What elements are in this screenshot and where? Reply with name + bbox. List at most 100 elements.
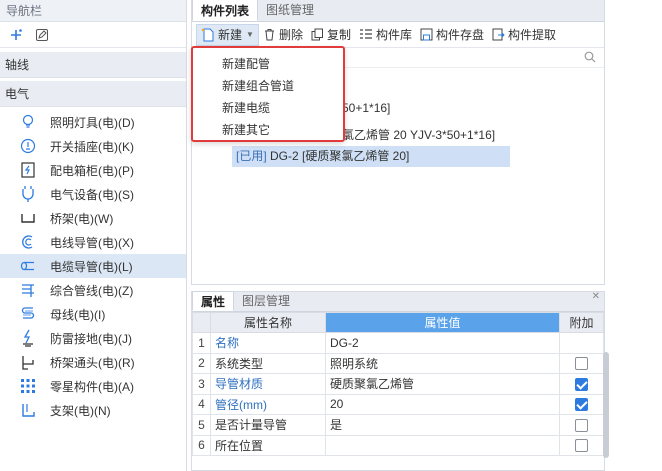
extra-cell xyxy=(559,332,604,354)
property-row[interactable]: 2 系统类型 照明系统 xyxy=(192,352,604,374)
extra-header: 附加 xyxy=(559,312,604,333)
nav-item-misc[interactable]: 零星构件(电)(A) xyxy=(0,374,186,398)
property-name: 导管材质 xyxy=(210,373,326,395)
menu-item-new-other[interactable]: 新建其它 xyxy=(193,119,343,141)
nav-item-label: 电缆导管(电)(L) xyxy=(50,259,133,274)
extra-checkbox[interactable] xyxy=(575,357,588,371)
used-tag: [已用] xyxy=(236,149,267,163)
property-value[interactable]: 是 xyxy=(325,414,560,436)
extract-label: 构件提取 xyxy=(508,28,557,42)
library-label: 构件库 xyxy=(375,28,412,42)
nav-tools xyxy=(0,22,186,48)
nav-item-distribution[interactable]: 配电箱柜(电)(P) xyxy=(0,158,186,182)
new-label: 新建 xyxy=(218,28,243,42)
tray-fitting-icon xyxy=(18,352,38,372)
copy-button[interactable]: 复制 xyxy=(307,24,355,46)
nav-item-bracket[interactable]: 支架(电)(N) xyxy=(0,398,186,422)
delete-button[interactable]: 删除 xyxy=(259,24,307,46)
combined-pipeline-icon xyxy=(18,280,38,300)
nav-item-label: 配电箱柜(电)(P) xyxy=(50,163,134,178)
nav-item-switch[interactable]: 开关插座(电)(K) xyxy=(0,134,186,158)
tab-component-list[interactable]: 构件列表 xyxy=(192,0,259,21)
properties-table: 属性名称 属性值 附加 1 名称 DG-2 2 系统类型 照明系统 3 导管材质 硬质聚氯乙烯管… xyxy=(192,312,604,456)
tab-properties[interactable]: 属性 xyxy=(192,291,235,311)
misc-component-icon xyxy=(18,376,38,396)
save-button[interactable]: 构件存盘 xyxy=(416,24,488,46)
bottom-tabbar: 属性 图层管理 xyxy=(192,291,604,312)
extra-checkbox[interactable] xyxy=(575,418,588,432)
property-value[interactable]: DG-2 xyxy=(325,332,560,354)
extract-button[interactable]: 构件提取 xyxy=(488,24,560,46)
cable-tray-icon xyxy=(18,208,38,228)
add-sparkle-icon[interactable] xyxy=(8,27,24,43)
nav-item-busbar[interactable]: 母线(电)(I) xyxy=(0,302,186,326)
nav-item-cable-conduit[interactable]: 电缆导管(电)(L) xyxy=(0,254,186,278)
scrollbar[interactable] xyxy=(603,352,609,458)
search-input[interactable] xyxy=(342,50,598,66)
component-toolbar: 新建 ▼ 删除 复制 构件库 构件存盘 构件提取 xyxy=(192,22,604,48)
nav-item-label: 电线导管(电)(X) xyxy=(50,235,134,250)
row-index: 3 xyxy=(192,373,211,395)
extra-checkbox[interactable] xyxy=(575,439,588,453)
extra-checkbox[interactable] xyxy=(575,377,588,391)
property-name: 名称 xyxy=(210,332,326,354)
trash-icon xyxy=(264,29,274,41)
name-header: 属性名称 xyxy=(210,312,326,333)
navigation-panel: 导航栏 轴线 电气 照明灯具(电)(D) 开关插座(电)(K) 配电箱柜(电)(… xyxy=(0,0,187,471)
switch-socket-icon xyxy=(18,136,38,156)
nav-item-label: 母线(电)(I) xyxy=(50,307,106,322)
bracket-icon xyxy=(18,400,38,420)
property-row[interactable]: 4 管径(mm) 20 xyxy=(192,393,604,415)
property-name: 管径(mm) xyxy=(210,393,326,415)
property-row[interactable]: 5 是否计量导管是 xyxy=(192,414,604,436)
library-button[interactable]: 构件库 xyxy=(355,24,416,46)
nav-section-electric[interactable]: 电气 xyxy=(0,81,186,107)
row-index: 1 xyxy=(192,332,211,354)
tree-item-selected[interactable]: [已用] DG-2 [硬质聚氯乙烯管 20] xyxy=(232,146,510,167)
tree-item[interactable]: 氯乙烯管 20 YJV-3*50+1*16] xyxy=(342,126,495,143)
chevron-down-icon: ▼ xyxy=(246,30,254,39)
extract-icon xyxy=(492,28,505,41)
row-index: 2 xyxy=(192,352,211,374)
cable-conduit-icon xyxy=(18,256,38,276)
search-icon[interactable] xyxy=(584,51,596,63)
nav-item-lighting[interactable]: 照明灯具(电)(D) xyxy=(0,110,186,134)
nav-header: 导航栏 xyxy=(0,0,186,22)
menu-item-new-combined-pipe[interactable]: 新建组合管道 xyxy=(193,75,343,97)
nav-section-axis[interactable]: 轴线 xyxy=(0,52,186,78)
lightning-ground-icon xyxy=(18,328,38,348)
property-row[interactable]: 6 所在位置 xyxy=(192,434,604,456)
nav-item-tray[interactable]: 桥架(电)(W) xyxy=(0,206,186,230)
extra-checkbox[interactable] xyxy=(575,398,588,412)
nav-item-combined[interactable]: 综合管线(电)(Z) xyxy=(0,278,186,302)
close-icon[interactable]: ✕ xyxy=(592,291,600,302)
tree-item[interactable]: 50+1*16] xyxy=(342,101,390,115)
new-button[interactable]: 新建 ▼ xyxy=(196,23,259,46)
save-label: 构件存盘 xyxy=(435,28,484,42)
nav-item-device[interactable]: 电气设备(电)(S) xyxy=(0,182,186,206)
property-value[interactable]: 照明系统 xyxy=(325,352,560,374)
tab-layer-management[interactable]: 图层管理 xyxy=(234,291,298,311)
index-header xyxy=(192,312,211,333)
property-value[interactable] xyxy=(325,434,560,456)
menu-item-new-cable[interactable]: 新建电缆 xyxy=(193,97,343,119)
tab-drawing-management[interactable]: 图纸管理 xyxy=(258,0,322,21)
save-icon xyxy=(420,28,433,41)
property-row[interactable]: 3 导管材质 硬质聚氯乙烯管 xyxy=(192,373,604,395)
copy-icon xyxy=(311,28,323,41)
extra-cell xyxy=(559,373,604,395)
property-row[interactable]: 1 名称 DG-2 xyxy=(192,332,604,354)
property-value[interactable]: 20 xyxy=(325,393,560,415)
top-tabbar: 构件列表 图纸管理 xyxy=(192,0,604,22)
row-index: 4 xyxy=(192,393,211,415)
nav-item-lightning[interactable]: 防雷接地(电)(J) xyxy=(0,326,186,350)
tree-item-text: DG-2 [硬质聚氯乙烯管 20] xyxy=(266,149,410,163)
nav-item-tray-fitting[interactable]: 桥架通头(电)(R) xyxy=(0,350,186,374)
row-index: 6 xyxy=(192,434,211,456)
nav-item-label: 零星构件(电)(A) xyxy=(50,379,134,394)
component-list-panel: 构件列表 图纸管理 新建 ▼ 删除 复制 构件库 构件存盘 构件提取 50+1*… xyxy=(191,0,605,285)
property-value[interactable]: 硬质聚氯乙烯管 xyxy=(325,373,560,395)
menu-item-new-conduit[interactable]: 新建配管 xyxy=(193,53,343,75)
nav-item-wire-conduit[interactable]: 电线导管(电)(X) xyxy=(0,230,186,254)
edit-icon[interactable] xyxy=(34,27,50,43)
